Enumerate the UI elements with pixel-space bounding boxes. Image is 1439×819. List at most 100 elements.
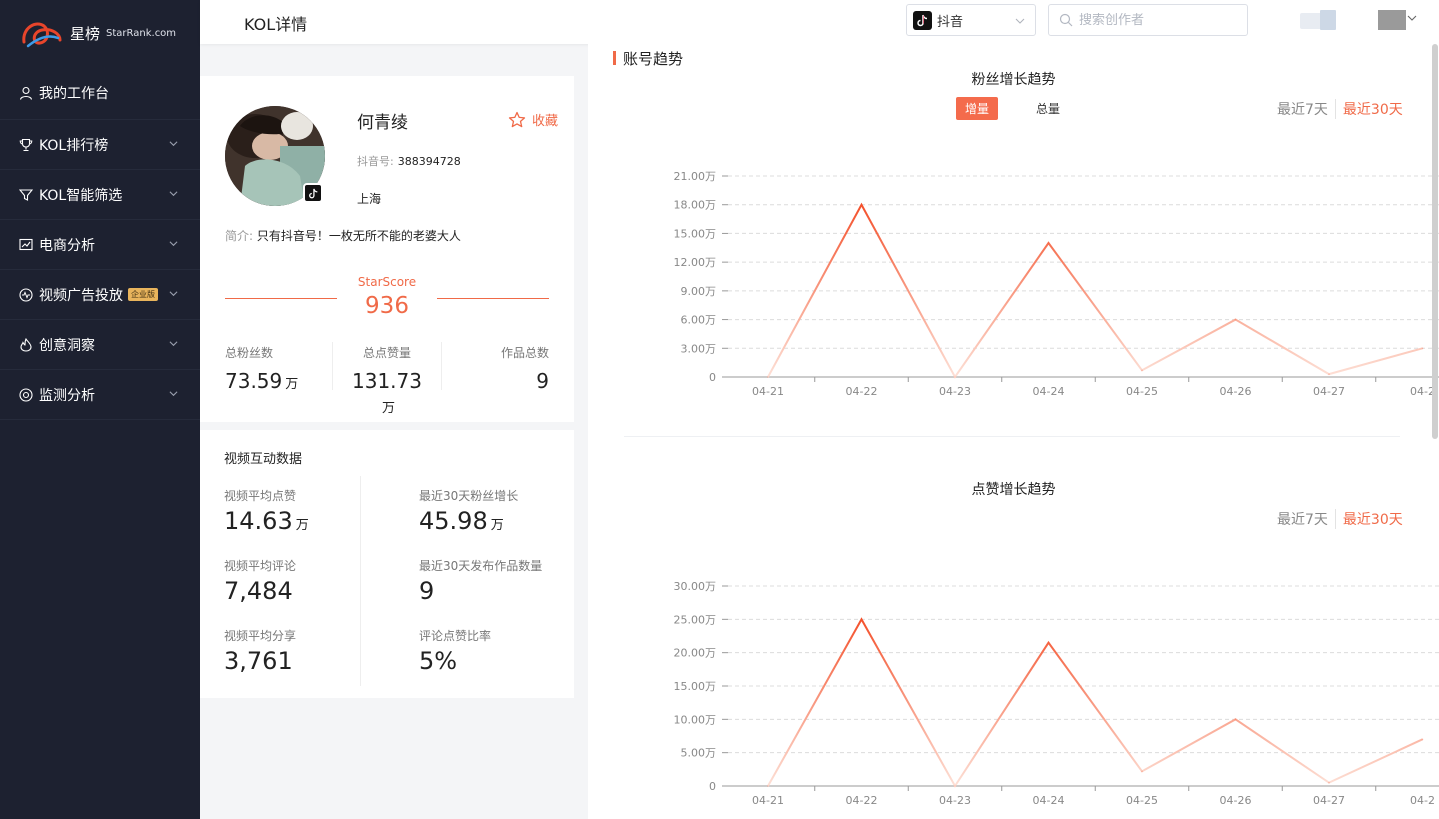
data-point xyxy=(1141,770,1143,773)
series-line xyxy=(767,617,1423,788)
stat-value: 7,484 xyxy=(224,577,293,605)
stat-label: 作品总数 xyxy=(500,346,549,360)
toggle-increment[interactable]: 增量 xyxy=(956,97,999,120)
stat-divider xyxy=(332,342,333,390)
sidebar-item-workbench[interactable]: 我的工作台 xyxy=(0,66,200,120)
starscore-value: 936 xyxy=(365,293,409,319)
search-box[interactable] xyxy=(1048,4,1248,36)
sidebar-item-ecommerce[interactable]: 电商分析 xyxy=(0,220,200,270)
range-30d-button[interactable]: 最近30天 xyxy=(1336,509,1403,529)
trend-panel: 账号趋势 粉丝增长趋势 增量 总量 最近7天 最近30天 0 3.00万 6.00万… xyxy=(588,44,1439,819)
chart-icon xyxy=(18,237,34,253)
stat-label: 总粉丝数 xyxy=(225,346,274,360)
stat-label: 视频平均点赞 xyxy=(224,489,297,503)
douyin-id-value: 388394728 xyxy=(397,155,461,168)
data-point xyxy=(1421,347,1424,350)
sidebar-item-video-ads[interactable]: 视频广告投放 企业版 xyxy=(0,270,200,320)
sidebar-item-label: 创意洞察 xyxy=(39,337,95,354)
range-7d-button[interactable]: 最近7天 xyxy=(1277,99,1336,119)
sidebar-item-monitoring[interactable]: 监测分析 xyxy=(0,370,200,420)
x-tick-label: 04-26 xyxy=(1220,794,1252,807)
x-tick-label: 04-22 xyxy=(846,794,878,807)
interaction-divider xyxy=(360,476,361,686)
bio-text: 只有抖音号！一枚无所不能的老婆大人 xyxy=(256,229,461,243)
stat-unit: 万 xyxy=(381,401,395,416)
range-7d-button[interactable]: 最近7天 xyxy=(1277,509,1336,529)
starrank-logo-icon xyxy=(22,22,62,48)
sidebar-item-kol-ranking[interactable]: KOL排行榜 xyxy=(0,120,200,170)
stat-label: 总点赞量 xyxy=(362,346,411,360)
stat-avg-shares: 视频平均分享 3,761 xyxy=(224,627,296,675)
chevron-down-icon xyxy=(169,241,178,247)
chart-divider xyxy=(624,436,1400,437)
section-accent-bar xyxy=(613,51,616,65)
section-title: 账号趋势 xyxy=(623,50,684,68)
range-30d-button[interactable]: 最近30天 xyxy=(1336,99,1403,119)
chevron-down-icon xyxy=(169,341,178,347)
stat-total-likes: 总点赞量 131.73 万 xyxy=(350,344,424,417)
data-point xyxy=(1047,641,1050,644)
top-header: KOL详情 抖音 xyxy=(200,0,1439,44)
stat-label: 最近30天发布作品数量 xyxy=(419,559,543,573)
sidebar-item-label: KOL智能筛选 xyxy=(39,187,123,204)
star-icon xyxy=(508,111,526,127)
sidebar-item-kol-filter[interactable]: KOL智能筛选 xyxy=(0,170,200,220)
chart-title-likes: 点赞增长趋势 xyxy=(971,482,1056,498)
x-tick-label: 04-21 xyxy=(752,794,784,807)
y-tick-label: 12.00万 xyxy=(674,256,717,269)
kol-name: 何青绫 xyxy=(357,113,408,133)
x-tick-label: 04-25 xyxy=(1126,794,1158,807)
logo[interactable]: 星榜 StarRank.com xyxy=(0,0,200,66)
platform-select[interactable]: 抖音 xyxy=(906,4,1036,36)
y-tick-label: 6.00万 xyxy=(681,314,717,327)
stat-value: 14.63 xyxy=(224,507,293,535)
stat-label: 评论点赞比率 xyxy=(419,629,492,643)
stat-value: 9 xyxy=(419,577,435,605)
sidebar-item-creative-insight[interactable]: 创意洞察 xyxy=(0,320,200,370)
range-selector-fans: 最近7天 最近30天 xyxy=(1277,99,1403,119)
x-tick-label: 04-27 xyxy=(1313,385,1345,398)
y-tick-label: 20.00万 xyxy=(674,647,717,660)
y-tick-label: 30.00万 xyxy=(674,580,717,593)
kol-city: 上海 xyxy=(357,192,382,206)
fans-growth-chart: 0 3.00万 6.00万 9.00万 12.00万 15.00万 18.00万 21.00万… xyxy=(674,170,1439,398)
toggle-total[interactable]: 总量 xyxy=(1027,97,1069,120)
stat-total-works: 作品总数 9 xyxy=(480,344,549,393)
x-tick-label: 04-27 xyxy=(1313,794,1345,807)
flame-icon xyxy=(18,337,34,353)
douyin-badge-icon xyxy=(303,183,323,203)
chevron-down-icon xyxy=(169,291,178,297)
data-point xyxy=(767,376,769,378)
data-point xyxy=(1328,373,1330,375)
stat-label: 视频平均分享 xyxy=(224,629,297,643)
y-tick-label: 21.00万 xyxy=(674,170,717,183)
data-point xyxy=(1141,369,1143,372)
x-tick-label: 04-23 xyxy=(939,385,971,398)
y-tick-label: 3.00万 xyxy=(681,342,717,355)
stat-unit: 万 xyxy=(490,518,504,533)
monitor-icon xyxy=(18,387,34,403)
chevron-down-icon xyxy=(169,191,178,197)
y-tick-label: 0 xyxy=(709,780,716,793)
chevron-down-icon xyxy=(169,141,178,147)
data-point xyxy=(1234,318,1237,321)
search-input[interactable] xyxy=(1079,12,1239,28)
stat-label: 视频平均评论 xyxy=(224,559,297,573)
x-tick-label: 04-21 xyxy=(752,385,784,398)
stat-unit: 万 xyxy=(285,377,299,392)
data-point xyxy=(1047,242,1050,244)
interaction-card: 视频互动数据 视频平均点赞 14.63 万 最近30天粉丝增长 45.98 万 视频… xyxy=(200,430,574,698)
user-avatar[interactable] xyxy=(1378,10,1406,30)
favorite-button[interactable]: 收藏 xyxy=(508,110,558,129)
y-tick-label: 15.00万 xyxy=(674,227,717,240)
message-icon[interactable] xyxy=(1298,7,1338,31)
stat-value: 73.59 xyxy=(225,369,283,393)
scrollbar[interactable] xyxy=(1432,44,1438,439)
x-tick-label: 04-24 xyxy=(1033,385,1065,398)
chart-title-fans: 粉丝增长趋势 xyxy=(971,72,1056,88)
platform-value: 抖音 xyxy=(937,14,964,30)
data-point xyxy=(860,618,863,621)
chevron-down-icon[interactable] xyxy=(1407,13,1417,23)
y-tick-label: 5.00万 xyxy=(681,747,717,760)
data-point xyxy=(954,785,956,787)
